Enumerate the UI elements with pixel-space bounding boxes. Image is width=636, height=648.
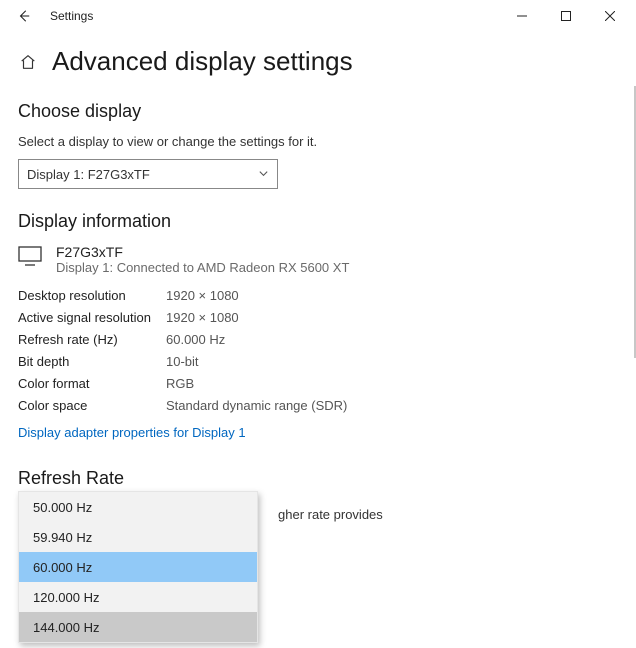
info-value: 1920 × 1080 [166,307,239,329]
info-label: Color format [18,373,166,395]
info-row: Active signal resolution1920 × 1080 [18,307,618,329]
info-value: Standard dynamic range (SDR) [166,395,347,417]
monitor-connection: Display 1: Connected to AMD Radeon RX 56… [56,260,349,275]
maximize-button[interactable] [544,0,588,32]
close-button[interactable] [588,0,632,32]
info-value: 1920 × 1080 [166,285,239,307]
display-info-rows: Desktop resolution1920 × 1080Active sign… [18,285,618,417]
home-button[interactable] [18,52,38,72]
info-label: Bit depth [18,351,166,373]
refresh-rate-option[interactable]: 60.000 Hz [19,552,257,582]
choose-display-desc: Select a display to view or change the s… [18,134,618,149]
display-select-dropdown[interactable]: Display 1: F27G3xTF [18,159,278,189]
choose-display-heading: Choose display [18,101,618,122]
refresh-rate-option[interactable]: 50.000 Hz [19,492,257,522]
info-value: RGB [166,373,194,395]
monitor-name: F27G3xTF [56,244,349,260]
window-title: Settings [50,9,93,23]
refresh-rate-heading: Refresh Rate [18,468,618,489]
info-label: Color space [18,395,166,417]
close-icon [605,11,615,21]
window-titlebar: Settings [0,0,636,32]
info-value: 60.000 Hz [166,329,225,351]
refresh-rate-desc-fragment: gher rate provides [278,507,383,522]
refresh-rate-option[interactable]: 59.940 Hz [19,522,257,552]
window-controls [500,0,632,32]
monitor-summary: F27G3xTF Display 1: Connected to AMD Rad… [18,244,618,275]
info-label: Active signal resolution [18,307,166,329]
home-icon [19,53,37,71]
info-row: Color spaceStandard dynamic range (SDR) [18,395,618,417]
adapter-properties-link[interactable]: Display adapter properties for Display 1 [18,425,246,440]
info-label: Refresh rate (Hz) [18,329,166,351]
info-value: 10-bit [166,351,199,373]
page-title: Advanced display settings [52,46,353,77]
info-row: Color formatRGB [18,373,618,395]
arrow-left-icon [17,9,31,23]
back-button[interactable] [4,0,44,32]
maximize-icon [561,11,571,21]
page-header: Advanced display settings [18,46,618,77]
info-label: Desktop resolution [18,285,166,307]
minimize-icon [517,11,527,21]
display-select-value: Display 1: F27G3xTF [27,167,150,182]
content-area: Advanced display settings Choose display… [0,32,636,489]
info-row: Refresh rate (Hz)60.000 Hz [18,329,618,351]
chevron-down-icon [258,167,269,182]
display-info-heading: Display information [18,211,618,232]
info-row: Bit depth10-bit [18,351,618,373]
refresh-rate-option[interactable]: 144.000 Hz [19,612,257,642]
monitor-icon [18,246,42,269]
refresh-rate-dropdown-popup: 50.000 Hz59.940 Hz60.000 Hz120.000 Hz144… [18,491,258,643]
info-row: Desktop resolution1920 × 1080 [18,285,618,307]
minimize-button[interactable] [500,0,544,32]
refresh-rate-option[interactable]: 120.000 Hz [19,582,257,612]
